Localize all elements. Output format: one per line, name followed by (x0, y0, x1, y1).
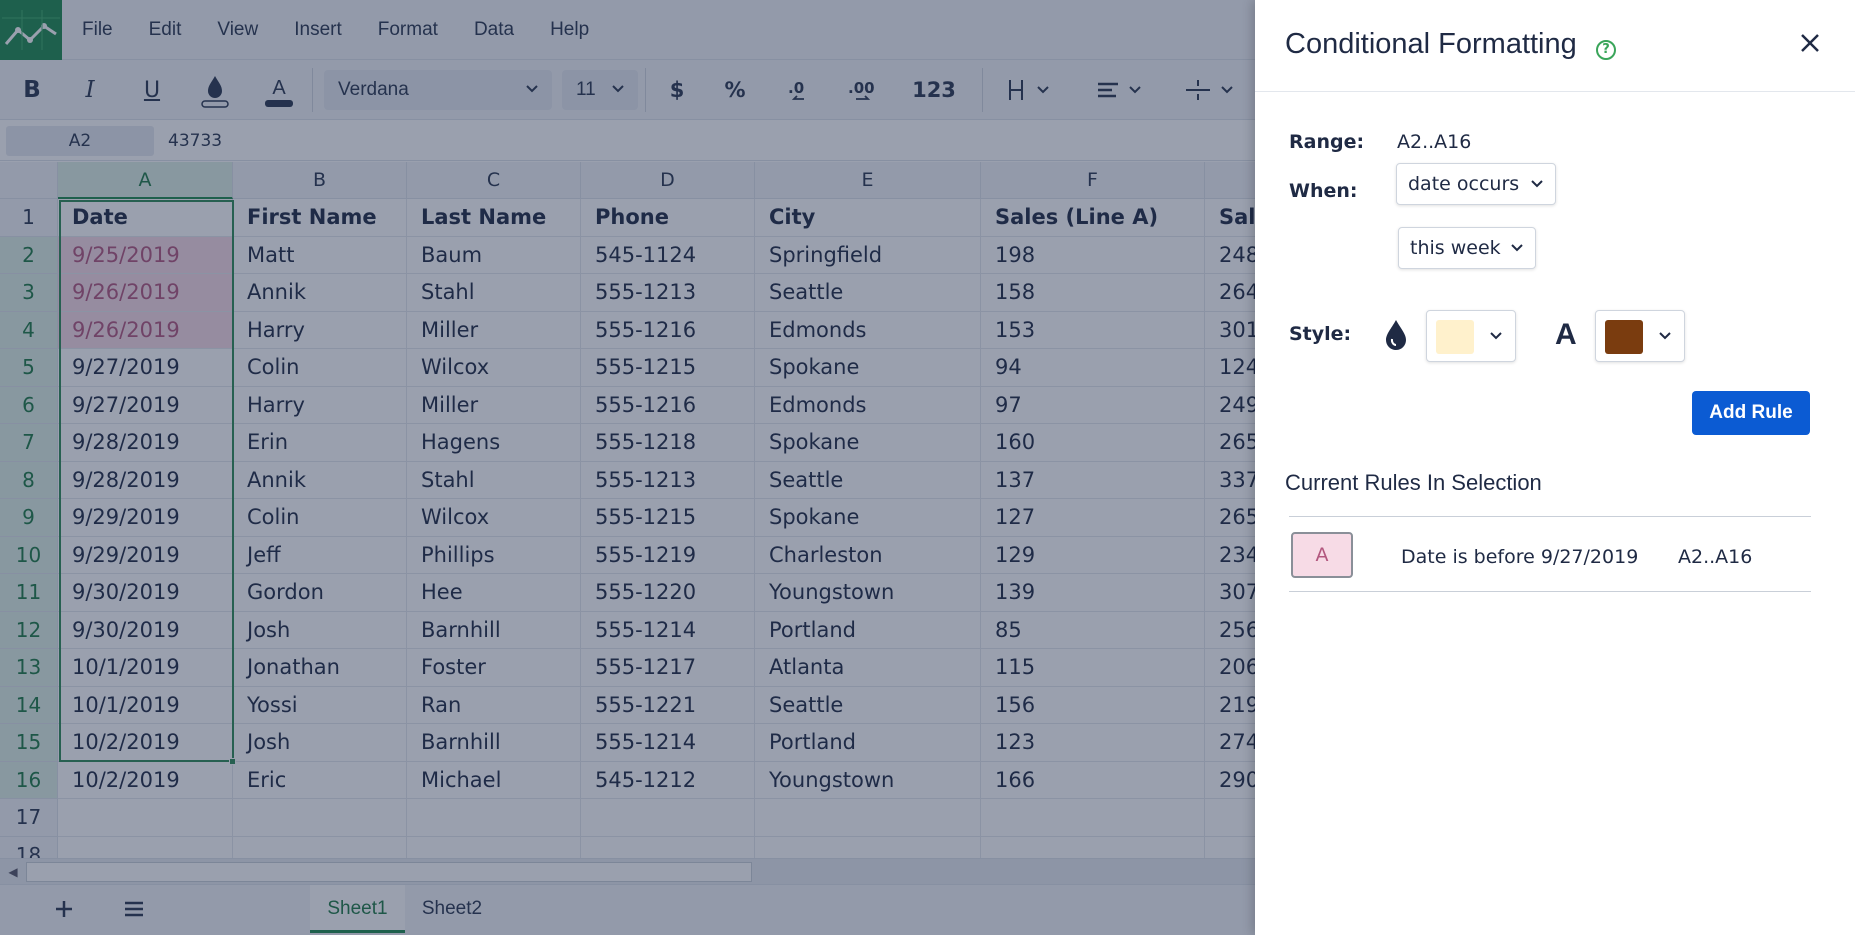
text-color-swatch (1605, 320, 1643, 354)
text-color-label-icon: A (1555, 318, 1577, 351)
rule-description[interactable]: Date is before 9/27/2019 (1401, 546, 1638, 568)
period-select[interactable]: this week (1398, 227, 1536, 269)
rule-range[interactable]: A2..A16 (1678, 546, 1752, 568)
chevron-down-icon (1531, 180, 1543, 188)
panel-title: Conditional Formatting (1285, 28, 1577, 60)
text-color-select[interactable] (1595, 310, 1685, 362)
panel-divider (1255, 91, 1855, 92)
rules-divider (1289, 516, 1811, 517)
rule-preview[interactable]: A (1291, 532, 1353, 578)
condition-select[interactable]: date occurs (1396, 163, 1556, 205)
conditional-formatting-panel: Conditional Formatting ? Range: A2..A16 … (1255, 0, 1855, 935)
when-label: When: (1289, 180, 1358, 202)
chevron-down-icon (1490, 332, 1502, 340)
style-label: Style: (1289, 323, 1352, 345)
rules-divider (1289, 591, 1811, 592)
close-button[interactable] (1795, 28, 1825, 58)
chevron-down-icon (1511, 244, 1523, 252)
range-value: A2..A16 (1397, 131, 1472, 153)
help-icon[interactable]: ? (1596, 40, 1616, 60)
range-label: Range: (1289, 131, 1365, 153)
current-rules-title: Current Rules In Selection (1285, 470, 1542, 495)
add-rule-button[interactable]: Add Rule (1692, 391, 1810, 435)
fill-color-label-icon (1383, 318, 1409, 356)
period-value: this week (1410, 237, 1501, 259)
paint-drop-icon (1386, 320, 1406, 350)
condition-value: date occurs (1408, 173, 1520, 195)
fill-color-select[interactable] (1426, 310, 1516, 362)
close-icon (1801, 34, 1819, 52)
chevron-down-icon (1659, 332, 1671, 340)
fill-color-swatch (1436, 320, 1474, 354)
